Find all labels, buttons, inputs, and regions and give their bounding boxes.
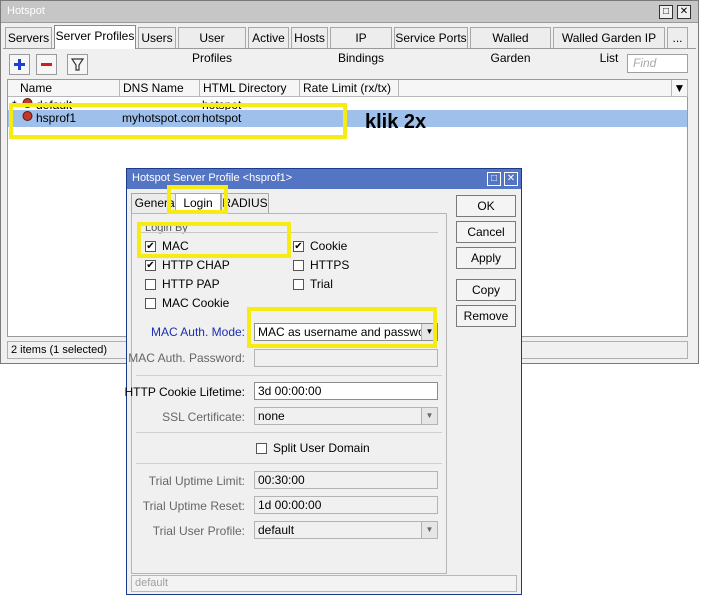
column-header-dns-name[interactable]: DNS Name xyxy=(120,80,200,97)
ssl-certificate-value: none xyxy=(258,409,285,423)
close-icon[interactable]: ✕ xyxy=(677,5,691,19)
cancel-button[interactable]: Cancel xyxy=(456,221,516,243)
trial-checkbox[interactable] xyxy=(293,279,304,290)
tab-walled-garden-ip-list[interactable]: Walled Garden IP List xyxy=(553,27,665,65)
plus-icon xyxy=(14,59,25,70)
tab-server-profiles[interactable]: Server Profiles xyxy=(54,25,136,49)
column-header-empty xyxy=(399,80,672,97)
tab-active[interactable]: Active xyxy=(248,27,289,48)
http-cookie-lifetime-field[interactable]: 3d 00:00:00 xyxy=(254,382,438,400)
split-user-domain-checkbox[interactable] xyxy=(256,443,267,454)
minus-icon xyxy=(41,63,52,66)
dialog-close-icon[interactable]: ✕ xyxy=(504,172,518,186)
copy-button[interactable]: Copy xyxy=(456,279,516,301)
trial-label: Trial xyxy=(310,277,333,291)
dialog-status-bar: default xyxy=(131,575,517,592)
apply-button[interactable]: Apply xyxy=(456,247,516,269)
mac-auth-password-field[interactable] xyxy=(254,349,438,367)
trial-uptime-reset-label: Trial Uptime Reset: xyxy=(142,499,245,513)
column-header-html-directory[interactable]: HTML Directory xyxy=(200,80,300,97)
find-input[interactable]: Find xyxy=(627,54,688,73)
ok-button[interactable]: OK xyxy=(456,195,516,217)
trial-uptime-reset-field[interactable]: 1d 00:00:00 xyxy=(254,496,438,514)
trial-user-profile-select[interactable]: default ▼ xyxy=(254,521,438,539)
highlight-mac-auth-mode xyxy=(247,307,437,348)
filter-button[interactable] xyxy=(67,54,88,75)
tab-service-ports[interactable]: Service Ports xyxy=(394,27,468,48)
cookie-label: Cookie xyxy=(310,239,348,253)
divider xyxy=(136,375,442,376)
mac-auth-password-label: MAC Auth. Password: xyxy=(128,351,245,365)
mac-cookie-label: MAC Cookie xyxy=(162,296,230,310)
tab-more[interactable]: ... xyxy=(667,27,688,48)
highlight-login-tab xyxy=(167,185,228,214)
ssl-certificate-label: SSL Certificate: xyxy=(162,410,245,424)
dialog-maximize-icon[interactable]: □ xyxy=(487,172,501,186)
https-label: HTTPS xyxy=(310,258,350,272)
tab-walled-garden[interactable]: Walled Garden xyxy=(470,27,551,65)
login-panel: Login By ✔ MAC ✔ HTTP CHAP HTTP PAP MAC … xyxy=(125,213,447,574)
mac-cookie-checkbox[interactable] xyxy=(145,298,156,309)
http-chap-checkbox[interactable]: ✔ xyxy=(145,260,156,271)
trial-user-profile-value: default xyxy=(258,523,295,537)
remove-button[interactable]: Remove xyxy=(456,305,516,327)
window-title: Hotspot xyxy=(7,5,45,17)
highlight-login-by-mac xyxy=(137,222,291,258)
http-pap-checkbox[interactable] xyxy=(145,279,156,290)
column-header-rate-limit[interactable]: Rate Limit (rx/tx) xyxy=(300,80,399,97)
window-title-bar: Hotspot □ ✕ xyxy=(1,1,698,23)
trial-uptime-limit-field[interactable]: 00:30:00 xyxy=(254,471,438,489)
tab-users[interactable]: Users xyxy=(138,27,176,48)
funnel-icon xyxy=(70,58,85,71)
highlight-row-box xyxy=(9,103,347,139)
trial-user-profile-label: Trial User Profile: xyxy=(152,524,245,538)
dropdown-arrow-icon[interactable]: ▼ xyxy=(421,408,437,424)
http-chap-label: HTTP CHAP xyxy=(162,258,230,272)
split-user-domain-label: Split User Domain xyxy=(273,441,370,455)
divider xyxy=(136,432,442,433)
https-checkbox[interactable] xyxy=(293,260,304,271)
add-button[interactable] xyxy=(9,54,30,75)
divider xyxy=(136,463,442,464)
mac-auth-mode-label: MAC Auth. Mode: xyxy=(150,325,245,339)
trial-uptime-limit-label: Trial Uptime Limit: xyxy=(148,474,245,488)
tab-servers[interactable]: Servers xyxy=(5,27,52,48)
annotation-text: klik 2x xyxy=(365,111,427,133)
dropdown-arrow-icon[interactable]: ▼ xyxy=(421,522,437,538)
http-cookie-lifetime-label: HTTP Cookie Lifetime: xyxy=(124,385,246,399)
dialog-tab-radius[interactable]: RADIUS xyxy=(221,193,269,213)
remove-button[interactable] xyxy=(36,54,57,75)
http-pap-label: HTTP PAP xyxy=(162,277,220,291)
cookie-checkbox[interactable]: ✔ xyxy=(293,241,304,252)
tab-user-profiles[interactable]: User Profiles xyxy=(178,27,246,65)
column-header-name[interactable]: Name xyxy=(8,80,120,97)
column-menu-icon[interactable]: ▼ xyxy=(672,80,688,97)
ssl-certificate-select[interactable]: none ▼ xyxy=(254,407,438,425)
tab-ip-bindings[interactable]: IP Bindings xyxy=(330,27,392,65)
tab-hosts[interactable]: Hosts xyxy=(291,27,328,48)
maximize-icon[interactable]: □ xyxy=(659,5,673,19)
